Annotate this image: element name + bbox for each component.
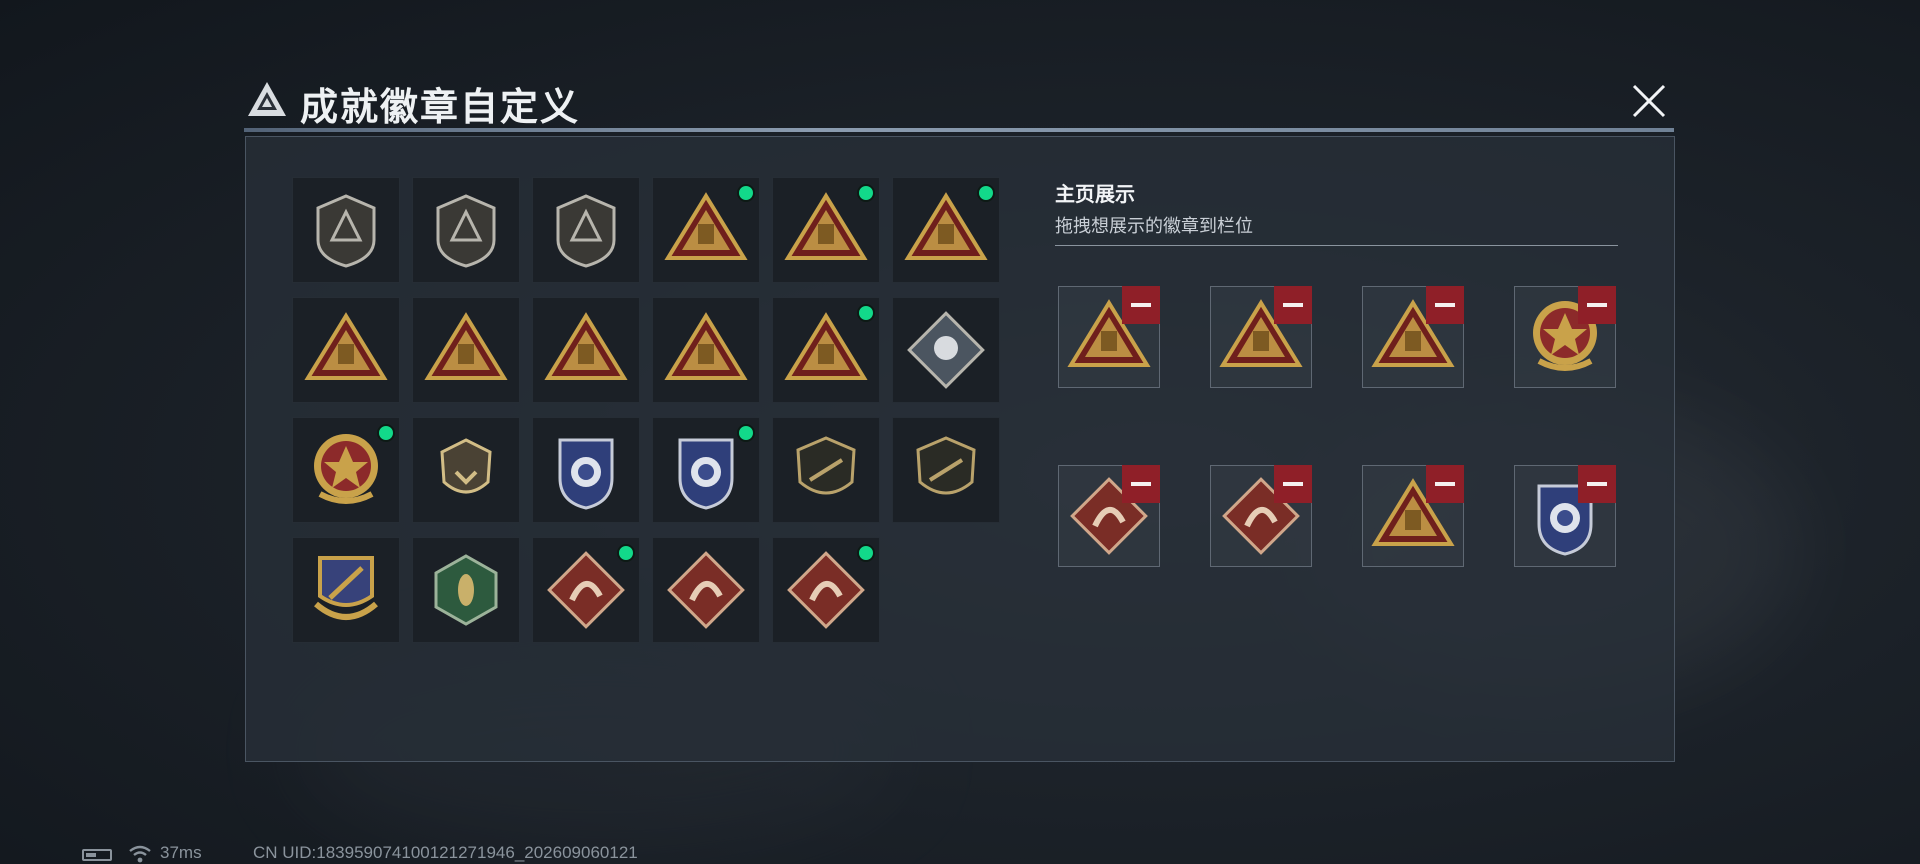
remove-badge-button[interactable] (1274, 286, 1312, 324)
ping-text: 37ms (160, 843, 202, 862)
remove-badge-button[interactable] (1578, 286, 1616, 324)
remove-badge-button[interactable] (1426, 465, 1464, 503)
showcase-slot[interactable] (1058, 465, 1160, 567)
badge-cell[interactable] (892, 177, 1000, 283)
badge-cell[interactable] (412, 417, 520, 523)
badge-cell[interactable] (532, 177, 640, 283)
badge-cell[interactable] (532, 417, 640, 523)
badge-cell[interactable] (772, 297, 880, 403)
header-divider (244, 128, 1674, 132)
badge-cell[interactable] (892, 417, 1000, 523)
showcase-subtitle: 拖拽想展示的徽章到栏位 (1055, 216, 1253, 237)
showcase-slot[interactable] (1514, 286, 1616, 388)
remove-badge-button[interactable] (1122, 286, 1160, 324)
showcase-divider (1055, 245, 1618, 246)
uid-text: CN UID:18395907410012127194​6_2026090601… (253, 843, 638, 862)
remove-badge-button[interactable] (1274, 465, 1312, 503)
remove-badge-button[interactable] (1578, 465, 1616, 503)
remove-badge-button[interactable] (1122, 465, 1160, 503)
title-bar: 成就徽章自定义 (240, 72, 1670, 129)
showcase-title: 主页展示 (1055, 182, 1135, 206)
close-icon[interactable] (1626, 78, 1672, 124)
badge-cell[interactable] (772, 177, 880, 283)
new-indicator-dot (377, 424, 395, 442)
showcase-slot[interactable] (1210, 286, 1312, 388)
showcase-slot[interactable] (1210, 465, 1312, 567)
showcase-slot[interactable] (1362, 465, 1464, 567)
new-indicator-dot (737, 424, 755, 442)
new-indicator-dot (857, 544, 875, 562)
showcase-slot[interactable] (1362, 286, 1464, 388)
badge-cell[interactable] (772, 417, 880, 523)
delta-logo-icon (248, 82, 286, 116)
showcase-slot[interactable] (1514, 465, 1616, 567)
new-indicator-dot (977, 184, 995, 202)
badge-cell[interactable] (412, 537, 520, 643)
badge-cell[interactable] (892, 297, 1000, 403)
badge-cell[interactable] (652, 537, 760, 643)
page-title: 成就徽章自定义 (300, 85, 581, 129)
remove-badge-button[interactable] (1426, 286, 1464, 324)
battery-icon (82, 849, 112, 861)
showcase-slot[interactable] (1058, 286, 1160, 388)
badge-cell[interactable] (292, 177, 400, 283)
badge-cell[interactable] (412, 297, 520, 403)
badge-cell[interactable] (652, 417, 760, 523)
badge-cell[interactable] (532, 297, 640, 403)
badge-cell[interactable] (292, 417, 400, 523)
badge-cell[interactable] (772, 537, 880, 643)
badge-cell[interactable] (532, 537, 640, 643)
new-indicator-dot (857, 184, 875, 202)
badge-cell[interactable] (652, 297, 760, 403)
new-indicator-dot (857, 304, 875, 322)
new-indicator-dot (737, 184, 755, 202)
badge-cell[interactable] (652, 177, 760, 283)
badge-cell[interactable] (292, 297, 400, 403)
badge-cell[interactable] (292, 537, 400, 643)
new-indicator-dot (617, 544, 635, 562)
badge-cell[interactable] (412, 177, 520, 283)
wifi-icon (129, 845, 151, 863)
